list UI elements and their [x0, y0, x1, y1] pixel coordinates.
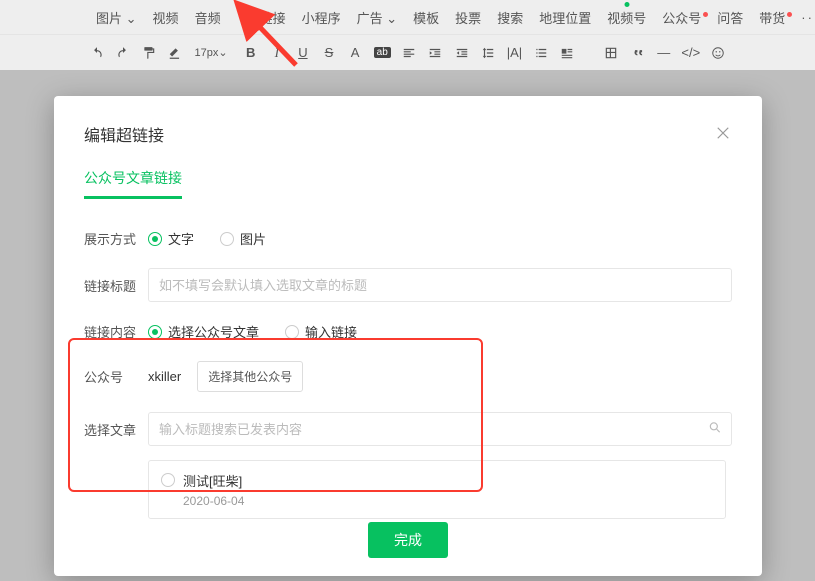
menubar: 图片 ⌄ 视频 音频 超链接 小程序 广告 ⌄ 模板 投票 搜索 地理位置 视频… [0, 0, 815, 34]
link-title-label: 链接标题 [84, 276, 148, 295]
radio-display-image[interactable]: 图片 [220, 229, 266, 248]
menu-公众号[interactable]: 公众号 [656, 8, 707, 27]
menu-地理位置[interactable]: 地理位置 [533, 8, 597, 27]
menu-音频[interactable]: 音频 [189, 8, 227, 27]
bold-icon[interactable]: B [244, 45, 258, 61]
font-color-icon[interactable]: A [348, 45, 362, 61]
dialog-tabs: 公众号文章链接 [84, 168, 732, 199]
menu-带货[interactable]: 带货 [753, 8, 791, 27]
menu-搜索[interactable]: 搜索 [491, 8, 529, 27]
redo-icon[interactable] [116, 45, 130, 61]
dialog-title: 编辑超链接 [84, 122, 164, 146]
menu-视频[interactable]: 视频 [147, 8, 185, 27]
menu-投票[interactable]: 投票 [449, 8, 487, 27]
radio-display-text[interactable]: 文字 [148, 229, 194, 248]
outdent-icon[interactable] [454, 45, 468, 61]
select-other-account-button[interactable]: 选择其他公众号 [197, 361, 303, 392]
divider-icon[interactable]: — [657, 45, 671, 61]
menu-广告[interactable]: 广告 ⌄ [351, 8, 404, 27]
menu-超链接[interactable]: 超链接 [241, 8, 292, 27]
radio-icon [220, 232, 234, 246]
radio-icon [148, 325, 162, 339]
radio-select-article[interactable]: 选择公众号文章 [148, 322, 259, 341]
radio-label: 图片 [240, 229, 266, 248]
radio-input-url[interactable]: 输入链接 [285, 322, 357, 341]
quote-icon[interactable] [631, 45, 645, 61]
italic-icon[interactable]: I [270, 45, 284, 61]
undo-icon[interactable] [90, 45, 104, 61]
article-search-input[interactable] [148, 412, 732, 446]
select-article-label: 选择文章 [84, 420, 148, 439]
menu-图片[interactable]: 图片 ⌄ [90, 8, 143, 27]
menu-模板[interactable]: 模板 [407, 8, 445, 27]
clear-format-icon[interactable] [168, 45, 182, 61]
chevron-down-icon: ⌄ [126, 11, 137, 26]
search-icon [708, 421, 722, 438]
menu-问答[interactable]: 问答 [711, 8, 749, 27]
underline-icon[interactable]: U [296, 45, 310, 61]
radio-icon [148, 232, 162, 246]
radio-label: 输入链接 [305, 322, 357, 341]
menu-视频号[interactable]: 视频号 [601, 8, 652, 27]
tab-official-account-article[interactable]: 公众号文章链接 [84, 168, 182, 199]
code-icon[interactable]: </> [683, 45, 699, 61]
article-title: 测试[旺柴] [183, 471, 244, 490]
article-date: 2020-06-04 [183, 494, 244, 508]
display-mode-label: 展示方式 [84, 229, 148, 248]
account-label: 公众号 [84, 367, 148, 386]
line-height-icon[interactable] [481, 45, 495, 61]
strike-icon[interactable]: S [322, 45, 336, 61]
article-result-item[interactable]: 测试[旺柴] 2020-06-04 [148, 460, 726, 519]
radio-icon [285, 325, 299, 339]
close-icon [714, 124, 732, 142]
font-size-select[interactable]: 17px ⌄ [195, 45, 232, 61]
format-paint-icon[interactable] [142, 45, 156, 61]
table-icon[interactable] [604, 45, 618, 61]
letter-spacing-icon[interactable]: |A| [507, 45, 522, 61]
chevron-down-icon: ⌄ [386, 11, 397, 26]
indent-icon[interactable] [428, 45, 442, 61]
editor-toolbar: 17px ⌄ B I U S A ab |A| — </> [0, 34, 815, 70]
link-title-input[interactable] [148, 268, 732, 302]
list-icon[interactable] [534, 45, 548, 61]
float-icon[interactable] [560, 45, 574, 61]
emoji-icon[interactable] [711, 45, 725, 61]
highlight-icon[interactable]: ab [374, 45, 390, 61]
close-button[interactable] [714, 124, 732, 145]
align-left-icon[interactable] [402, 45, 416, 61]
link-content-label: 链接内容 [84, 322, 148, 341]
radio-icon [161, 473, 175, 487]
account-name-value: xkiller [148, 369, 181, 384]
menu-more[interactable]: ··· [795, 10, 815, 25]
menu-小程序[interactable]: 小程序 [296, 8, 347, 27]
edit-hyperlink-dialog: 编辑超链接 公众号文章链接 展示方式 文字 图片 链接标题 [54, 96, 762, 576]
new-indicator-dot [624, 2, 629, 7]
submit-button[interactable]: 完成 [368, 522, 448, 558]
chevron-down-icon: ⌄ [218, 46, 227, 59]
radio-label: 选择公众号文章 [168, 322, 259, 341]
radio-label: 文字 [168, 229, 194, 248]
